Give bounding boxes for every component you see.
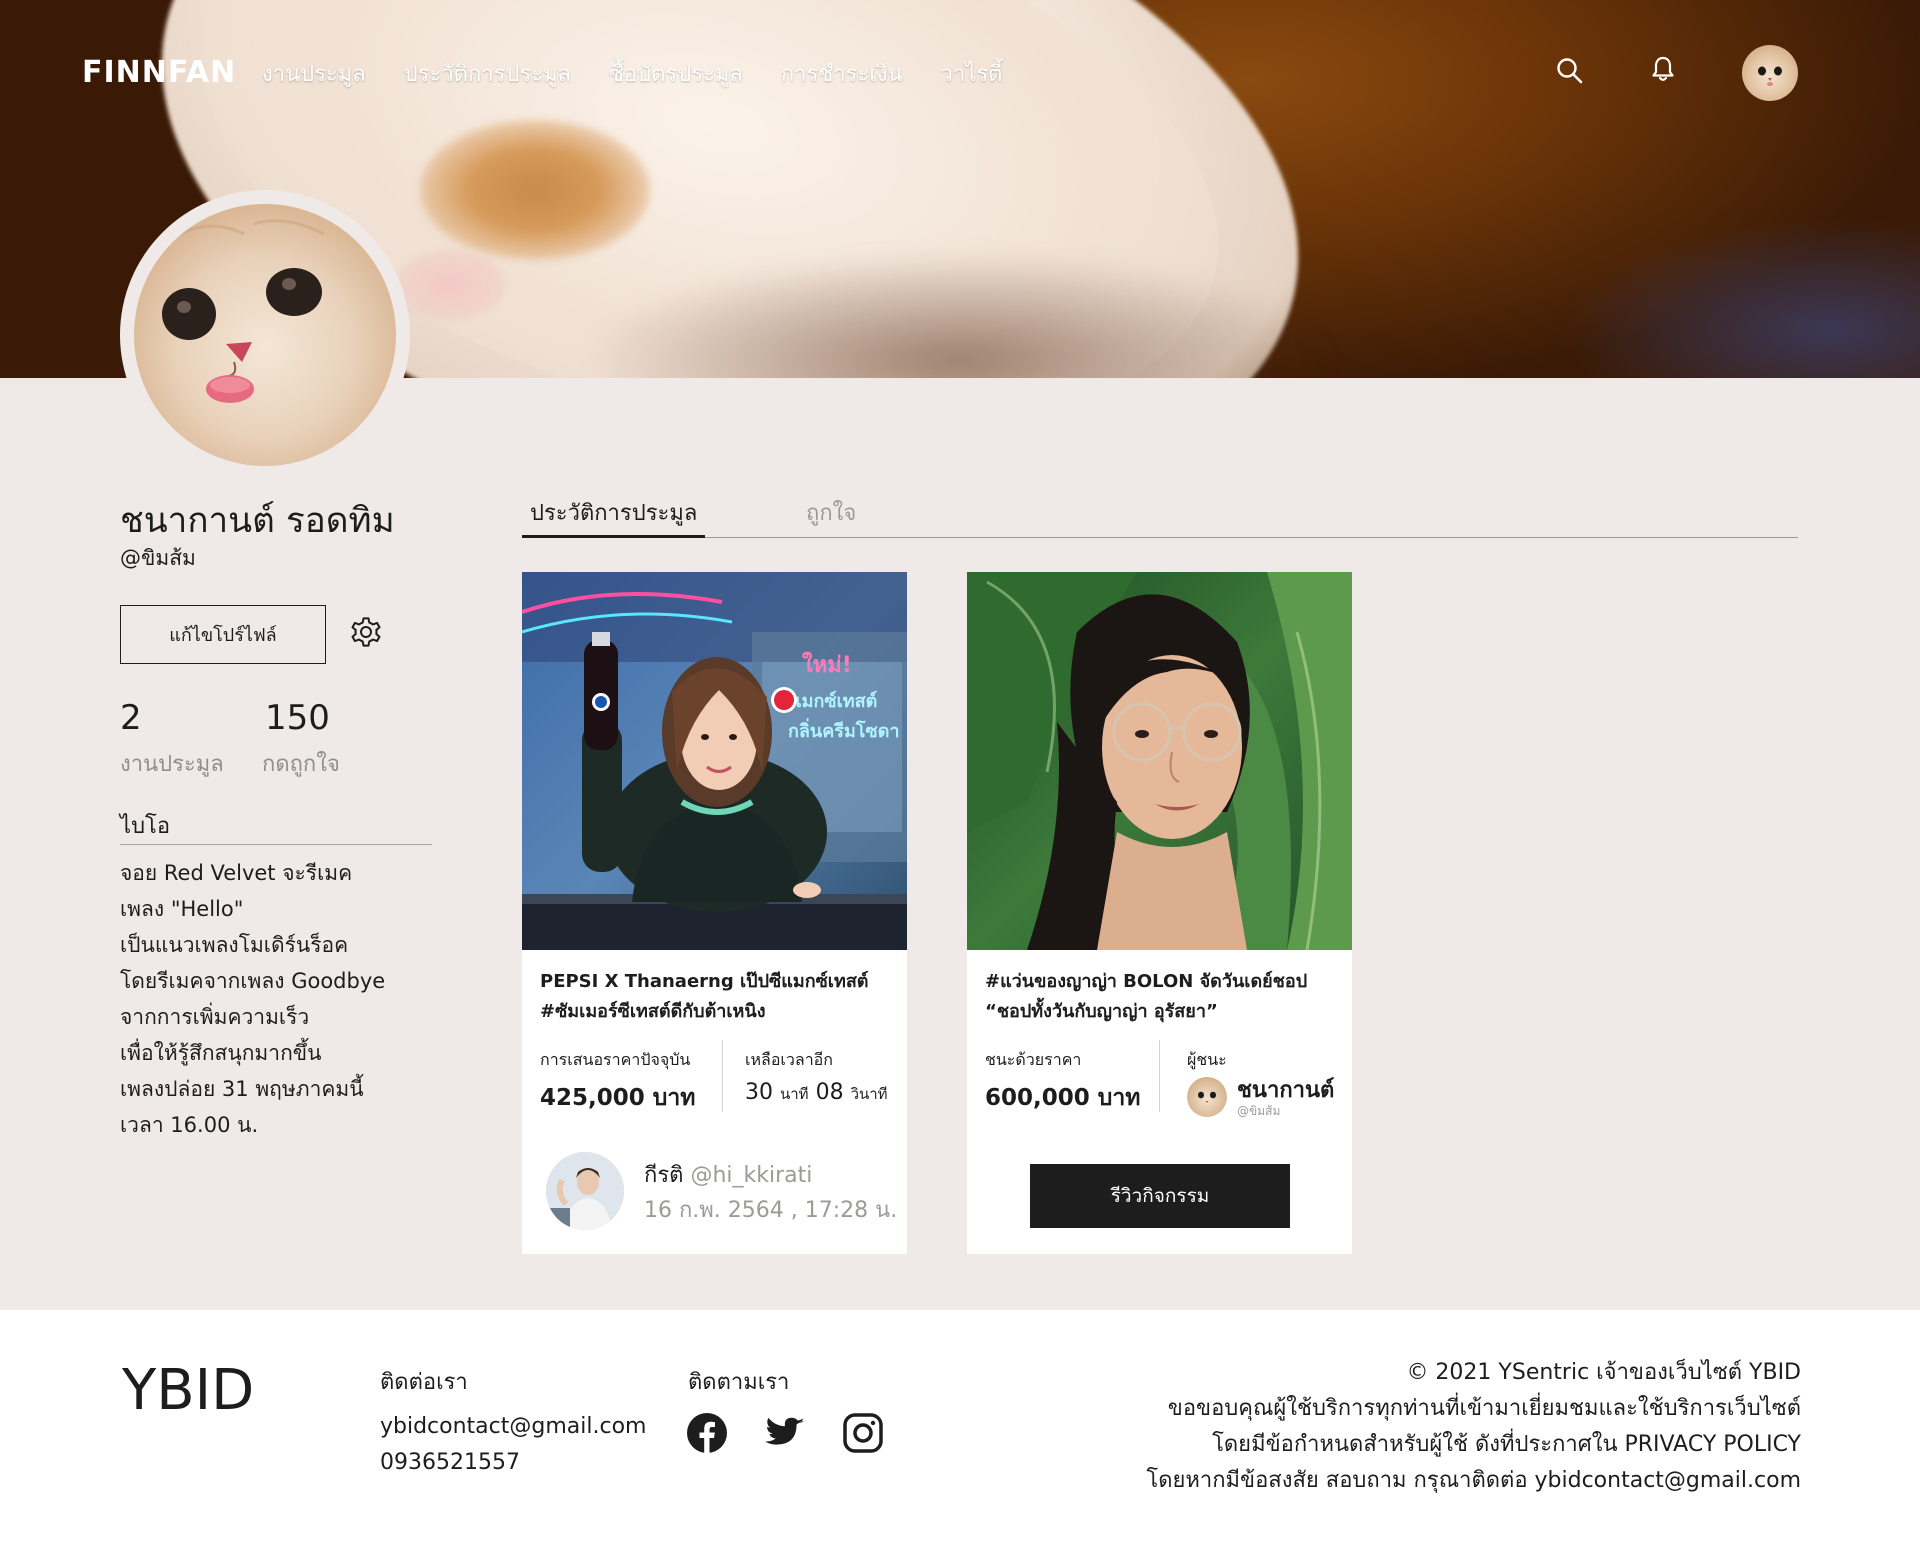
bio-line: จากการเพิ่มความเร็ว xyxy=(120,1005,310,1029)
stat-auctions-count: 2 xyxy=(120,698,142,738)
time-left-label: เหลือเวลาอีก xyxy=(745,1050,833,1069)
auction-title-line: “ชอปทั้งวันกับญาญ่า อุรัสยา” xyxy=(985,1001,1218,1022)
auction-card[interactable]: ใหม่! แมกซ์เทสต์ กลิ่นครีมโซดา PEPSI X T… xyxy=(522,572,907,1254)
follow-title: ติดตามเรา xyxy=(688,1370,790,1395)
contact-title: ติดต่อเรา xyxy=(380,1370,468,1395)
footer-logo: YBID xyxy=(122,1358,255,1423)
winning-price-value: 600,000 บาท xyxy=(985,1085,1141,1111)
auction-title: PEPSI X Thanaerng เป๊ปซีแมกซ์เทสต์ #ซัมเ… xyxy=(540,967,895,1027)
bio-text: จอย Red Velvet จะรีเมค เพลง "Hello" เป็น… xyxy=(120,855,440,1143)
profile-name: ชนากานต์ รอดทิม xyxy=(120,501,395,541)
stat-auctions-label: งานประมูล xyxy=(120,752,224,777)
winner-handle: @ขิมส้ม xyxy=(1237,1104,1281,1118)
twitter-icon[interactable] xyxy=(764,1412,806,1454)
bidder-name[interactable]: กีรติ @hi_kkirati xyxy=(644,1157,812,1192)
legal-line: โดยมีข้อกำหนดสำหรับผู้ใช้ ดังที่ประกาศใน… xyxy=(1212,1432,1801,1457)
svg-text:ใหม่!: ใหม่! xyxy=(802,651,852,678)
bio-line: โดยรีเมคจากเพลง Goodbye xyxy=(120,969,386,993)
auction-image xyxy=(967,572,1352,950)
legal-line: ขอขอบคุณผู้ใช้บริการทุกท่านที่เข้ามาเยี่… xyxy=(1167,1396,1801,1421)
tab-auction-history[interactable]: ประวัติการประมูล xyxy=(522,495,705,538)
winning-price-label: ชนะด้วยราคา xyxy=(985,1050,1082,1069)
auction-image: ใหม่! แมกซ์เทสต์ กลิ่นครีมโซดา xyxy=(522,572,907,950)
gear-icon[interactable] xyxy=(348,614,384,650)
winner-label: ผู้ชนะ xyxy=(1187,1050,1227,1069)
bid-date: 16 ก.พ. 2564 , 17:28 น. xyxy=(644,1198,898,1223)
bell-icon[interactable] xyxy=(1648,54,1678,84)
user-avatar[interactable] xyxy=(1742,45,1798,101)
stat-likes-label: กดถูกใจ xyxy=(262,752,340,777)
bio-line: เพลง "Hello" xyxy=(120,897,244,921)
edit-profile-button[interactable]: แก้ไขโปร์ไฟล์ xyxy=(120,605,326,664)
auction-title-line: #ซัมเมอร์ซีเทสต์ดีกับต้าเหนิง xyxy=(540,1001,766,1022)
bio-line: เป็นแนวเพลงโมเดิร์นร็อค xyxy=(120,933,349,957)
instagram-icon[interactable] xyxy=(842,1412,884,1454)
profile-avatar xyxy=(120,190,410,480)
bio-divider xyxy=(120,844,432,845)
bio-line: เวลา 16.00 น. xyxy=(120,1113,259,1137)
footer: YBID ติดต่อเรา ybidcontact@gmail.com 093… xyxy=(0,1310,1920,1550)
nav-link-variety[interactable]: วาไรตี้ xyxy=(941,56,1003,91)
search-icon[interactable] xyxy=(1555,56,1585,86)
facebook-icon[interactable] xyxy=(686,1412,728,1454)
bio-line: จอย Red Velvet จะรีเมค xyxy=(120,861,353,885)
auction-title-line: PEPSI X Thanaerng เป๊ปซีแมกซ์เทสต์ xyxy=(540,971,869,992)
tab-liked[interactable]: ถูกใจ xyxy=(806,495,856,538)
review-activity-button[interactable]: รีวิวกิจกรรม xyxy=(1030,1164,1290,1228)
time-left-value: 30 นาที 08 วินาที xyxy=(745,1080,888,1105)
nav-link-auction-history[interactable]: ประวัติการประมูล xyxy=(404,56,571,91)
bio-line: เพื่อให้รู้สึกสนุกมากขึ้น xyxy=(120,1041,322,1065)
nav-link-auctions[interactable]: งานประมูล xyxy=(262,56,366,91)
auction-title-line: #แว่นของญาญ่า BOLON จัดวันเดย์ชอป xyxy=(985,971,1308,992)
auction-card[interactable]: #แว่นของญาญ่า BOLON จัดวันเดย์ชอป “ชอปทั… xyxy=(967,572,1352,1254)
contact-phone[interactable]: 0936521557 xyxy=(380,1450,520,1475)
info-divider xyxy=(722,1040,723,1112)
legal-notice: © 2021 YSentric เจ้าของเว็บไซต์ YBID ขอข… xyxy=(1146,1355,1801,1499)
svg-text:กลิ่นครีมโซดา: กลิ่นครีมโซดา xyxy=(788,718,900,742)
nav-link-buy-tickets[interactable]: ซื้อบัตรประมูล xyxy=(609,56,743,91)
bidder-avatar[interactable] xyxy=(546,1152,624,1230)
main-nav: งานประมูล ประวัติการประมูล ซื้อบัตรประมู… xyxy=(262,56,1040,91)
profile-handle: @ขิมส้ม xyxy=(120,546,196,570)
legal-line: © 2021 YSentric เจ้าของเว็บไซต์ YBID xyxy=(1406,1360,1801,1385)
contact-email[interactable]: ybidcontact@gmail.com xyxy=(380,1414,646,1439)
bio-title: ไบโอ xyxy=(120,814,171,839)
winner-avatar[interactable] xyxy=(1187,1077,1227,1117)
auction-title: #แว่นของญาญ่า BOLON จัดวันเดย์ชอป “ชอปทั… xyxy=(985,967,1340,1027)
current-bid-value: 425,000 บาท xyxy=(540,1085,696,1111)
svg-text:แมกซ์เทสต์: แมกซ์เทสต์ xyxy=(790,690,877,712)
site-logo[interactable]: FINNFAN xyxy=(82,55,236,90)
current-bid-label: การเสนอราคาปัจจุบัน xyxy=(540,1050,691,1069)
nav-link-payment[interactable]: การชำระเงิน xyxy=(781,56,903,91)
bio-line: เพลงปล่อย 31 พฤษภาคมนี้ xyxy=(120,1077,364,1101)
stat-likes-count: 150 xyxy=(265,698,330,738)
profile-tabs: ประวัติการประมูล ถูกใจ xyxy=(522,495,1798,538)
legal-line: โดยหากมีข้อสงสัย สอบถาม กรุณาติดต่อ ybid… xyxy=(1146,1468,1801,1493)
info-divider xyxy=(1159,1040,1160,1112)
